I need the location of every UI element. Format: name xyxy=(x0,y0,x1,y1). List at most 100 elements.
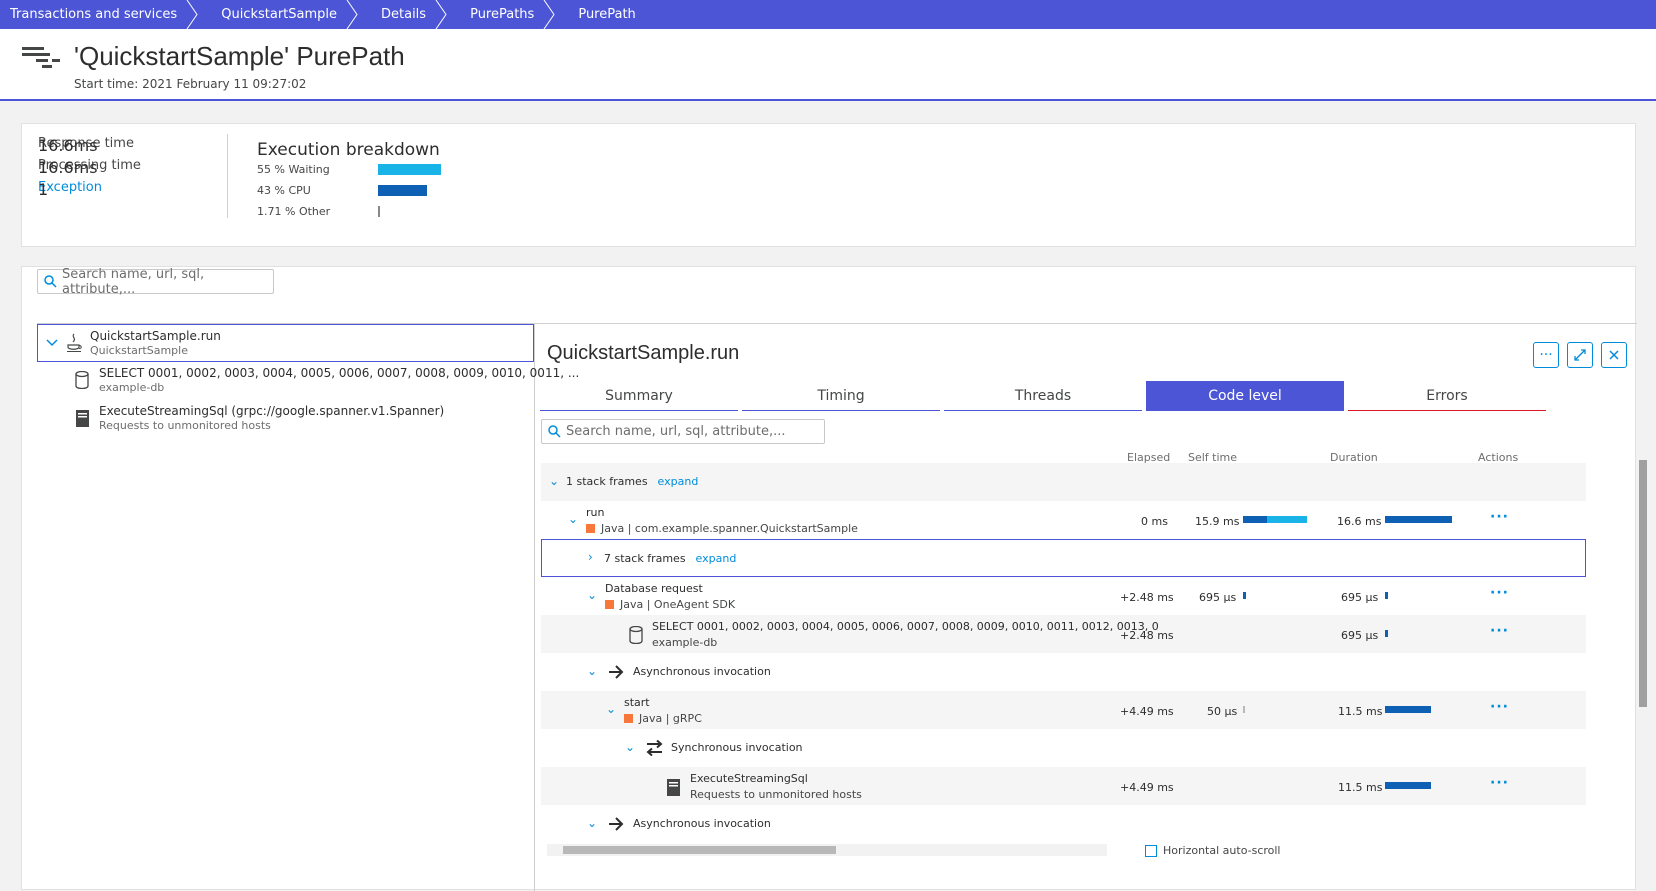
stack-frames-row[interactable]: › 7 stack frames expand xyxy=(541,539,1586,577)
tree-node-name: QuickstartSample.run xyxy=(90,329,221,343)
async-invocation-row[interactable]: ⌄ Asynchronous invocation xyxy=(541,653,1586,691)
close-button[interactable] xyxy=(1601,342,1627,368)
expand-link[interactable]: expand xyxy=(658,475,699,488)
elapsed-value: 0 ms xyxy=(1141,515,1168,528)
row-actions-button[interactable]: ··· xyxy=(1490,775,1509,791)
row-actions-button[interactable]: ··· xyxy=(1490,699,1509,715)
start-time: Start time: 2021 February 11 09:27:02 xyxy=(74,77,307,91)
elapsed-value: +4.49 ms xyxy=(1120,781,1174,794)
search-icon xyxy=(548,425,561,438)
async-invocation-row[interactable]: ⌄ Asynchronous invocation xyxy=(541,805,1586,843)
chevron-down-icon[interactable]: ⌄ xyxy=(587,588,597,602)
more-options-button[interactable]: ··· xyxy=(1533,342,1559,368)
vertical-scrollbar[interactable] xyxy=(1637,446,1649,841)
chevron-down-icon[interactable]: ⌄ xyxy=(587,664,597,678)
breakdown-other-bar xyxy=(378,206,380,217)
breadcrumb-quickstartsample[interactable]: QuickstartSample xyxy=(199,0,359,29)
self-time-value: 695 µs xyxy=(1199,591,1237,604)
breadcrumb-purepath[interactable]: PurePath xyxy=(556,0,657,29)
self-time-bar xyxy=(1243,706,1245,713)
row-label: Synchronous invocation xyxy=(671,741,803,754)
response-time: 16.6ms Response time xyxy=(38,136,134,155)
breadcrumb-separator-icon xyxy=(186,0,198,29)
elapsed-value: +4.49 ms xyxy=(1120,705,1174,718)
code-search-input[interactable]: Search name, url, sql, attribute,... xyxy=(541,419,825,444)
scrollbar-thumb[interactable] xyxy=(563,846,836,854)
tab-summary[interactable]: Summary xyxy=(540,381,738,411)
processing-time: 16.6ms Processing time xyxy=(38,158,141,177)
detail-title: QuickstartSample.run xyxy=(547,342,740,364)
exception-count: 1 Exception xyxy=(38,180,102,199)
tab-errors[interactable]: Errors xyxy=(1348,381,1546,411)
row-actions-button[interactable]: ··· xyxy=(1490,585,1509,601)
chevron-down-icon[interactable] xyxy=(46,339,58,347)
row-label: 7 stack frames xyxy=(604,552,686,565)
method-row-database-request[interactable]: ⌄ Database request Java | OneAgent SDK +… xyxy=(541,577,1586,615)
row-actions-button[interactable]: ··· xyxy=(1490,623,1509,639)
chevron-down-icon[interactable]: ⌄ xyxy=(625,740,635,754)
search-placeholder: Search name, url, sql, attribute,... xyxy=(62,266,205,297)
row-name: start xyxy=(624,696,650,709)
chevron-down-icon[interactable]: ⌄ xyxy=(549,474,559,488)
breakdown-waiting-bar xyxy=(378,164,441,175)
arrow-right-icon xyxy=(609,665,624,679)
self-time-wait-bar xyxy=(1267,516,1307,523)
breadcrumb-separator-icon xyxy=(435,0,447,29)
tab-timing[interactable]: Timing xyxy=(742,381,940,411)
row-sub: Requests to unmonitored hosts xyxy=(690,788,862,801)
tree-node-select[interactable]: SELECT 0001, 0002, 0003, 0004, 0005, 000… xyxy=(37,362,579,400)
row-label: Asynchronous invocation xyxy=(633,665,771,678)
scrollbar-thumb[interactable] xyxy=(1639,460,1647,707)
breadcrumb-label: Transactions and services xyxy=(10,7,178,22)
expand-icon xyxy=(1574,349,1586,361)
breakdown-waiting-label: 55 % Waiting xyxy=(257,163,330,176)
tree-node-sub: QuickstartSample xyxy=(90,344,188,357)
method-row-start[interactable]: ⌄ start Java | gRPC +4.49 ms 50 µs 11.5 … xyxy=(541,691,1586,729)
row-sub: example-db xyxy=(652,636,718,649)
chevron-right-icon[interactable]: › xyxy=(588,550,593,564)
tab-threads[interactable]: Threads xyxy=(944,381,1142,411)
row-tech: Java | com.example.spanner.QuickstartSam… xyxy=(601,522,858,535)
stack-frames-row[interactable]: ⌄ 1 stack frames expand xyxy=(541,463,1586,501)
chevron-down-icon[interactable]: ⌄ xyxy=(606,702,616,716)
response-time-value: 16.6ms xyxy=(38,136,98,155)
arrow-right-icon xyxy=(609,817,624,831)
horizontal-auto-scroll-toggle[interactable]: Horizontal auto-scroll xyxy=(1145,844,1281,857)
tab-code-level[interactable]: Code level xyxy=(1146,381,1344,411)
horizontal-scrollbar[interactable] xyxy=(547,844,1107,856)
call-row-executestreamingsql[interactable]: ExecuteStreamingSql Requests to unmonito… xyxy=(541,767,1586,805)
tree-node-run[interactable]: QuickstartSample.run QuickstartSample xyxy=(37,324,534,362)
elapsed-value: +2.48 ms xyxy=(1120,591,1174,604)
breadcrumb-purepaths[interactable]: PurePaths xyxy=(448,0,556,29)
breadcrumb-separator-icon xyxy=(346,0,358,29)
breadcrumb-label: Details xyxy=(381,7,427,22)
tree-search-input[interactable]: Search name, url, sql, attribute,... xyxy=(37,266,274,297)
breadcrumb-label: PurePath xyxy=(578,7,636,22)
ellipsis-icon: ··· xyxy=(1539,347,1553,363)
breadcrumb-details[interactable]: Details xyxy=(359,0,448,29)
tree-node-executestreamingsql[interactable]: ExecuteStreamingSql (grpc://google.spann… xyxy=(37,400,534,438)
breadcrumb: Transactions and services QuickstartSamp… xyxy=(0,0,1656,29)
chevron-down-icon[interactable]: ⌄ xyxy=(568,512,578,526)
checkbox[interactable] xyxy=(1145,844,1157,857)
sql-row[interactable]: SELECT 0001, 0002, 0003, 0004, 0005, 000… xyxy=(541,615,1586,653)
row-name: SELECT 0001, 0002, 0003, 0004, 0005, 000… xyxy=(652,620,1159,633)
row-actions-button[interactable]: ··· xyxy=(1490,509,1509,525)
processing-time-value: 16.6ms xyxy=(38,158,98,177)
search-icon xyxy=(44,275,57,288)
expand-link[interactable]: expand xyxy=(696,552,737,565)
tree-node-sub: example-db xyxy=(99,381,165,394)
exception-count-value: 1 xyxy=(38,180,49,199)
duration-bar xyxy=(1385,592,1388,599)
elapsed-value: +2.48 ms xyxy=(1120,629,1174,642)
chevron-down-icon[interactable]: ⌄ xyxy=(587,816,597,830)
close-icon xyxy=(1609,350,1619,360)
expand-view-button[interactable] xyxy=(1567,342,1593,368)
search-placeholder: Search name, url, sql, attribute,... xyxy=(566,424,786,439)
checkbox-label: Horizontal auto-scroll xyxy=(1163,844,1281,857)
breadcrumb-transactions[interactable]: Transactions and services xyxy=(0,0,199,29)
method-row-run[interactable]: ⌄ run Java | com.example.spanner.Quickst… xyxy=(541,501,1586,539)
page-header: 'QuickstartSample' PurePath Start time: … xyxy=(0,29,1656,101)
sync-invocation-row[interactable]: ⌄ Synchronous invocation xyxy=(541,729,1586,767)
breadcrumb-label: PurePaths xyxy=(470,7,535,22)
